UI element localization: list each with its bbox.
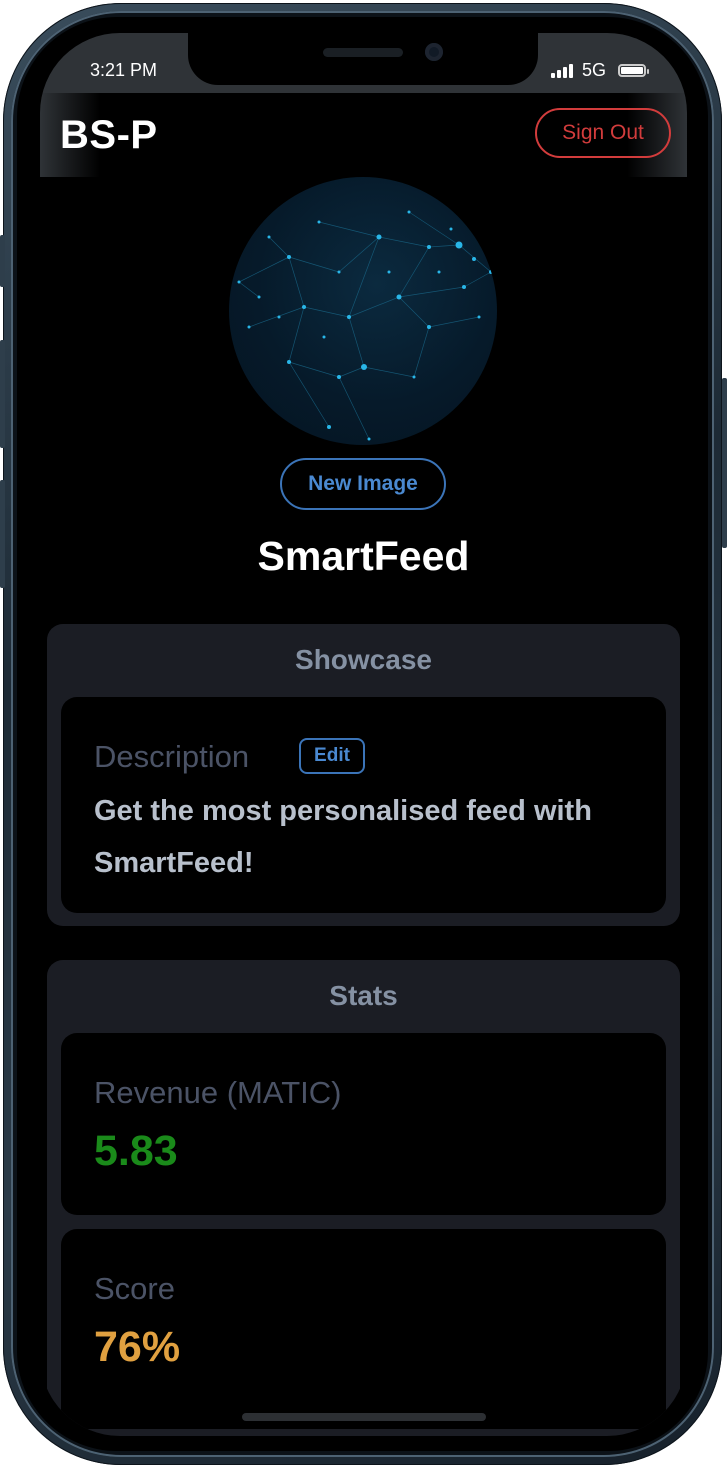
revenue-value: 5.83 xyxy=(94,1127,178,1175)
app-header: BS-P Sign Out xyxy=(40,93,687,177)
sign-out-button[interactable]: Sign Out xyxy=(535,108,671,158)
battery-icon xyxy=(618,64,649,77)
app-brand-title: BS-P xyxy=(60,113,158,157)
new-image-button[interactable]: New Image xyxy=(280,458,446,510)
network-type: 5G xyxy=(582,60,607,80)
description-label: Description xyxy=(94,739,250,774)
front-camera xyxy=(425,43,443,61)
score-value: 76% xyxy=(94,1323,181,1371)
mute-switch xyxy=(0,235,5,287)
speaker xyxy=(323,48,403,57)
status-time: 3:21 PM xyxy=(90,60,158,80)
volume-down-button xyxy=(0,480,5,588)
stats-title: Stats xyxy=(329,980,398,1011)
description-card: Description Edit Get the most personalis… xyxy=(61,697,666,913)
network-graphic xyxy=(237,210,493,441)
home-indicator[interactable] xyxy=(242,1413,486,1421)
volume-up-button xyxy=(0,340,5,448)
showcase-title: Showcase xyxy=(295,644,432,675)
project-avatar-image xyxy=(229,177,497,445)
power-button xyxy=(722,378,727,548)
edit-description-button[interactable]: Edit xyxy=(299,738,365,774)
score-card: Score 76% xyxy=(61,1229,666,1429)
revenue-label: Revenue (MATIC) xyxy=(94,1075,342,1110)
screen: 3:21 PM 5G BS-P Sign Out New Image Smart… xyxy=(40,33,687,1436)
stats-panel: Stats Revenue (MATIC) 5.83 Score 76% xyxy=(47,960,680,1436)
description-text: Get the most personalised feed with Smar… xyxy=(94,795,592,879)
app-name: SmartFeed xyxy=(257,533,470,579)
signal-icon xyxy=(551,64,575,78)
score-label: Score xyxy=(94,1271,175,1306)
revenue-card: Revenue (MATIC) 5.83 xyxy=(61,1033,666,1215)
notch xyxy=(188,33,538,85)
showcase-panel: Showcase Description Edit Get the most p… xyxy=(47,624,680,926)
